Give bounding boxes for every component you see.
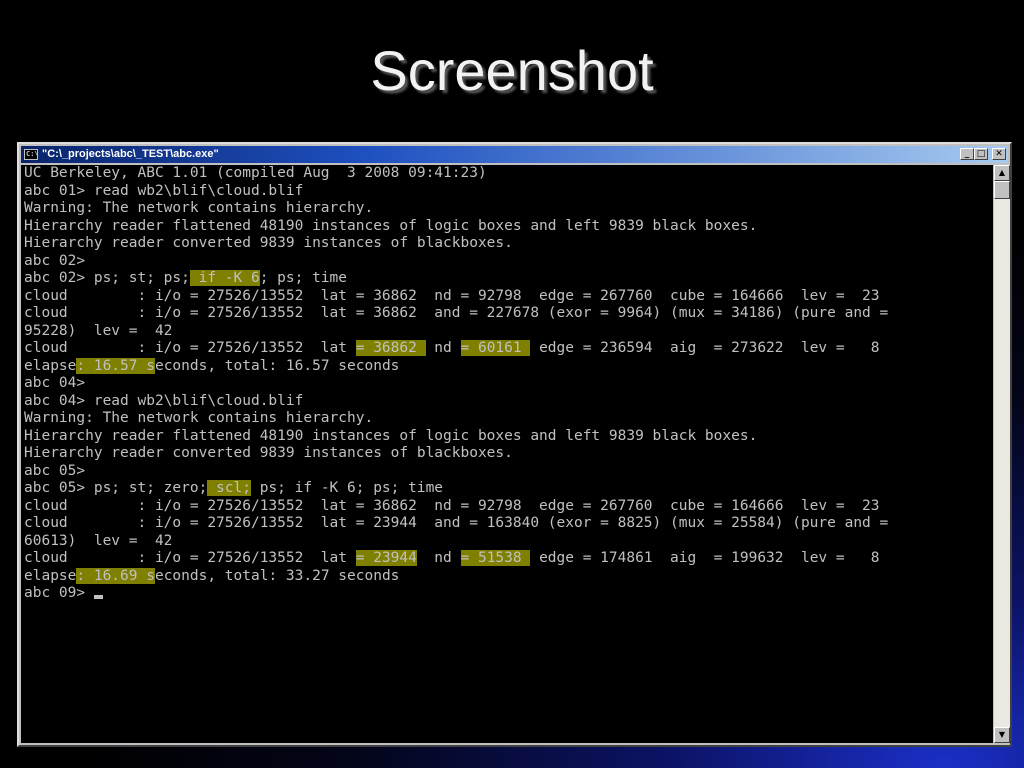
console-text-segment: Hierarchy reader converted 9839 instance… bbox=[24, 445, 513, 461]
console-line: abc 04> read wb2\blif\cloud.blif bbox=[24, 393, 303, 409]
console-text-segment: econds, total: 16.57 seconds bbox=[154, 357, 400, 374]
console-text-segment: cloud : i/o = 27526/13552 lat = 36862 an… bbox=[24, 305, 889, 321]
console-text-segment: abc 02> bbox=[24, 252, 86, 269]
console-line: Warning: The network contains hierarchy. bbox=[24, 200, 373, 216]
console-text-segment: elapse bbox=[24, 357, 77, 374]
console-line: abc 05> bbox=[24, 463, 85, 479]
console-line: cloud : i/o = 27526/13552 lat = 23944 nd… bbox=[24, 550, 880, 566]
slide-title: Screenshot bbox=[370, 39, 654, 102]
console-line: cloud : i/o = 27526/13552 lat = 36862 nd… bbox=[24, 498, 880, 514]
console-text-segment: cloud : i/o = 27526/13552 lat = 36862 nd… bbox=[24, 287, 880, 304]
highlighted-text: : 16.57 s bbox=[76, 357, 155, 374]
console-text-segment: abc 05> ps; st; zero; bbox=[24, 480, 208, 496]
console-line: Hierarchy reader converted 9839 instance… bbox=[24, 235, 513, 251]
scroll-thumb[interactable] bbox=[994, 181, 1010, 199]
console-line: UC Berkeley, ABC 1.01 (compiled Aug 3 20… bbox=[24, 165, 487, 181]
console-text-segment: Hierarchy reader converted 9839 instance… bbox=[24, 235, 513, 251]
maximize-button[interactable]: □ bbox=[974, 148, 988, 160]
console-line: cloud : i/o = 27526/13552 lat = 36862 nd… bbox=[24, 288, 880, 304]
console-output[interactable]: UC Berkeley, ABC 1.01 (compiled Aug 3 20… bbox=[21, 165, 993, 743]
close-button[interactable]: ✕ bbox=[992, 148, 1006, 160]
console-text-segment: cloud : i/o = 27526/13552 lat = 36862 nd… bbox=[24, 497, 880, 514]
console-text-segment: elapse bbox=[24, 567, 77, 584]
console-text-segment: abc 04> bbox=[24, 375, 86, 391]
highlighted-text: scl; bbox=[207, 480, 251, 496]
console-text-segment: nd bbox=[425, 340, 461, 356]
console-line: cloud : i/o = 27526/13552 lat = 23944 an… bbox=[24, 515, 888, 531]
console-text-segment: Warning: The network contains hierarchy. bbox=[24, 410, 374, 426]
console-line: abc 02> bbox=[24, 253, 85, 269]
console-text-segment: abc 02> ps; st; ps; bbox=[24, 270, 190, 286]
console-line: 95228) lev = 42 bbox=[24, 323, 172, 339]
scroll-up-arrow-icon[interactable]: ▲ bbox=[994, 165, 1010, 181]
window-titlebar[interactable]: C:\ "C:\_projects\abc\_TEST\abc.exe" _ □… bbox=[21, 146, 1008, 163]
console-line: cloud : i/o = 27526/13552 lat = 36862 an… bbox=[24, 305, 888, 321]
console-text-segment: edge = 236594 aig = 273622 lev = 8 bbox=[530, 340, 880, 356]
console-line: Hierarchy reader flattened 48190 instanc… bbox=[24, 428, 757, 444]
vertical-scrollbar[interactable]: ▲ ▼ bbox=[994, 165, 1010, 743]
console-line: Hierarchy reader flattened 48190 instanc… bbox=[24, 218, 757, 234]
console-line: cloud : i/o = 27526/13552 lat = 36862 nd… bbox=[24, 340, 880, 356]
console-text-segment: ; ps; time bbox=[259, 270, 348, 286]
console-text-segment: 60613) lev = 42 bbox=[24, 532, 173, 549]
highlighted-text: : 16.69 s bbox=[76, 567, 155, 584]
highlighted-text: = 60161 bbox=[460, 340, 531, 356]
console-text-segment: cloud : i/o = 27526/13552 lat bbox=[24, 340, 356, 356]
console-text-segment: abc 05> bbox=[24, 462, 86, 479]
console-text-segment: abc 04> read wb2\blif\cloud.blif bbox=[24, 392, 304, 409]
console-text-segment: abc 09> bbox=[24, 585, 94, 601]
highlighted-text: = 23944 bbox=[355, 550, 417, 566]
console-line: Hierarchy reader converted 9839 instance… bbox=[24, 445, 513, 461]
console-text: UC Berkeley, ABC 1.01 (compiled Aug 3 20… bbox=[21, 165, 993, 603]
text-cursor bbox=[93, 595, 103, 599]
console-text-segment: Hierarchy reader flattened 48190 instanc… bbox=[24, 217, 758, 234]
console-line: 60613) lev = 42 bbox=[24, 533, 172, 549]
minimize-button[interactable]: _ bbox=[960, 148, 974, 160]
window-title: "C:\_projects\abc\_TEST\abc.exe" bbox=[42, 148, 219, 160]
console-text-segment: ps; if -K 6; ps; time bbox=[250, 480, 444, 496]
console-text-segment: Warning: The network contains hierarchy. bbox=[24, 200, 374, 216]
console-window[interactable]: C:\ "C:\_projects\abc\_TEST\abc.exe" _ □… bbox=[17, 142, 1012, 747]
console-line: Warning: The network contains hierarchy. bbox=[24, 410, 373, 426]
console-line: abc 05> ps; st; zero; scl; ps; if -K 6; … bbox=[24, 480, 443, 496]
highlighted-text: = 36862 bbox=[355, 340, 426, 356]
console-text-segment: cloud : i/o = 27526/13552 lat = 23944 an… bbox=[24, 515, 889, 531]
console-line: abc 04> bbox=[24, 375, 85, 391]
console-text-segment: UC Berkeley, ABC 1.01 (compiled Aug 3 20… bbox=[24, 165, 487, 181]
console-text-segment: econds, total: 33.27 seconds bbox=[154, 567, 400, 584]
console-text-segment: abc 01> read wb2\blif\cloud.blif bbox=[24, 182, 304, 199]
console-line: elapse: 16.57 seconds, total: 16.57 seco… bbox=[24, 357, 400, 374]
highlighted-text: if -K 6 bbox=[189, 270, 260, 286]
console-text-segment: nd bbox=[416, 550, 461, 566]
console-text-segment: cloud : i/o = 27526/13552 lat bbox=[24, 550, 356, 566]
console-text-segment: edge = 174861 aig = 199632 lev = 8 bbox=[530, 550, 880, 566]
console-text-segment: Hierarchy reader flattened 48190 instanc… bbox=[24, 427, 758, 444]
console-line: elapse: 16.69 seconds, total: 33.27 seco… bbox=[24, 567, 400, 584]
console-text-segment: 95228) lev = 42 bbox=[24, 322, 173, 339]
console-line: abc 09> bbox=[24, 585, 103, 601]
console-line: abc 01> read wb2\blif\cloud.blif bbox=[24, 183, 303, 199]
console-line: abc 02> ps; st; ps; if -K 6; ps; time bbox=[24, 270, 347, 286]
highlighted-text: = 51538 bbox=[460, 550, 531, 566]
scroll-down-arrow-icon[interactable]: ▼ bbox=[994, 727, 1010, 743]
console-app-icon: C:\ bbox=[24, 149, 39, 160]
